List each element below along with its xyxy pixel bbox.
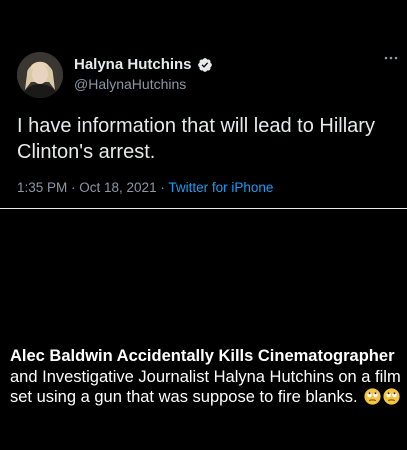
caption-body: and Investigative Journalist Halyna Hutc… bbox=[10, 367, 401, 407]
caption: Alec Baldwin Accidentally Kills Cinemato… bbox=[10, 346, 402, 408]
divider bbox=[0, 208, 407, 209]
eye-roll-emoji-icon bbox=[364, 388, 381, 405]
more-options-icon[interactable] bbox=[383, 55, 399, 61]
handle[interactable]: @HalynaHutchins bbox=[74, 76, 186, 92]
tweet-timestamp[interactable]: 1:35 PM · Oct 18, 2021 · bbox=[17, 180, 168, 195]
eye-roll-emoji-icon bbox=[383, 388, 400, 405]
tweet-card[interactable]: Halyna Hutchins @HalynaHutchins I have i… bbox=[0, 0, 407, 208]
avatar[interactable] bbox=[17, 52, 63, 98]
tweet-source[interactable]: Twitter for iPhone bbox=[168, 180, 273, 195]
tweet-text: I have information that will lead to Hil… bbox=[17, 115, 375, 163]
tweet-meta: 1:35 PM · Oct 18, 2021 · Twitter for iPh… bbox=[17, 180, 273, 195]
verified-badge-icon bbox=[197, 57, 212, 72]
avatar-photo bbox=[17, 52, 63, 98]
display-name[interactable]: Halyna Hutchins bbox=[74, 56, 192, 73]
caption-headline: Alec Baldwin Accidentally Kills Cinemato… bbox=[10, 347, 395, 365]
